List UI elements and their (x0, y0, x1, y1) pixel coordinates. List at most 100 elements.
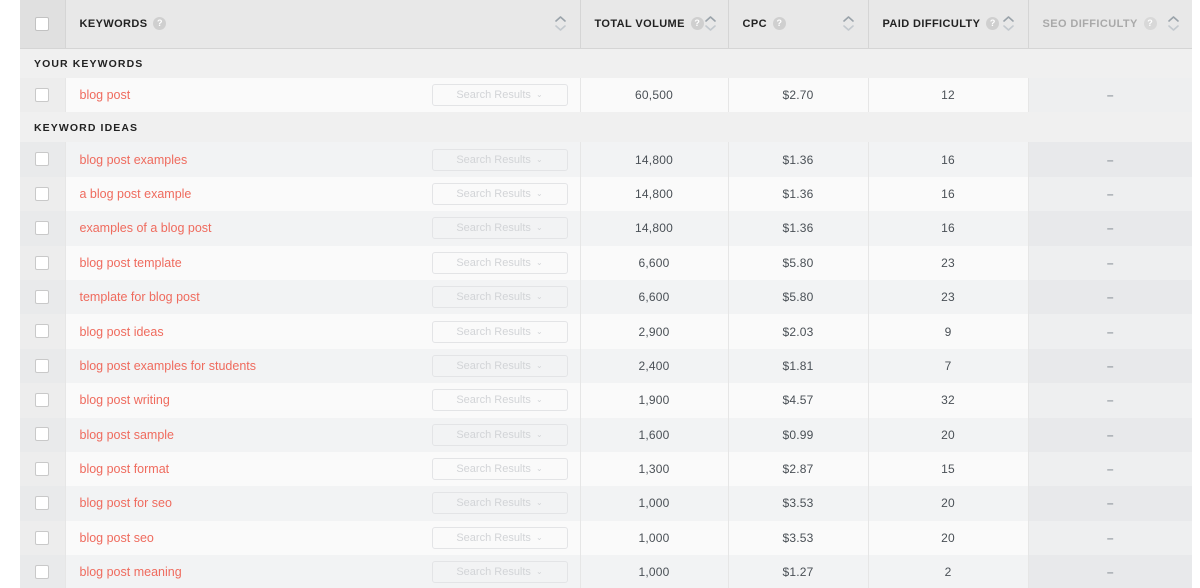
row-checkbox[interactable] (35, 427, 49, 441)
row-checkbox[interactable] (35, 221, 49, 235)
row-checkbox[interactable] (35, 462, 49, 476)
table-row[interactable]: blog post seoSearch Results⌄1,000$3.5320… (20, 521, 1192, 555)
row-checkbox[interactable] (35, 256, 49, 270)
search-results-button[interactable]: Search Results⌄ (432, 252, 568, 274)
table-row[interactable]: blog postSearch Results⌄60,500$2.7012– (20, 78, 1192, 112)
column-header-cpc[interactable]: CPC ? (728, 0, 868, 48)
total-volume-cell-value: 2,400 (581, 359, 728, 373)
help-icon[interactable]: ? (691, 17, 704, 30)
sort-toggle-cpc[interactable] (842, 16, 856, 31)
table-row[interactable]: blog post examples for students Search Re… (20, 349, 1192, 383)
row-checkbox[interactable] (35, 565, 49, 579)
column-header-keywords[interactable]: KEYWORDS ? (65, 0, 580, 48)
search-results-button[interactable]: Search Results⌄ (432, 149, 568, 171)
section-header-keyword-ideas: KEYWORD IDEAS (20, 112, 1192, 142)
search-results-button[interactable]: Search Results⌄ (432, 217, 568, 239)
help-icon[interactable]: ? (773, 17, 786, 30)
table-row[interactable]: blog post ideasSearch Results⌄2,900$2.03… (20, 314, 1192, 348)
keyword-link[interactable]: blog post writing (80, 393, 170, 407)
seo-difficulty-cell: – (1028, 177, 1192, 211)
row-checkbox[interactable] (35, 359, 49, 373)
sort-toggle-keywords[interactable] (554, 16, 568, 31)
paid-difficulty-cell: 7 (868, 349, 1028, 383)
table-row[interactable]: examples of a blog postSearch Results⌄14… (20, 211, 1192, 245)
search-results-button-label: Search Results (456, 291, 531, 303)
column-header-total-volume-label: TOTAL VOLUME (595, 18, 685, 30)
search-results-button[interactable]: Search Results⌄ (432, 321, 568, 343)
search-results-button-label: Search Results (456, 463, 531, 475)
table-row[interactable]: template for blog post Search Results⌄ 6,6… (20, 280, 1192, 314)
keyword-link[interactable]: blog post (80, 88, 131, 102)
keyword-link[interactable]: template for blog post (80, 290, 200, 304)
cpc-cell: $1.81 (728, 349, 868, 383)
search-results-button[interactable]: Search Results⌄ (432, 389, 568, 411)
column-header-seo-difficulty[interactable]: SEO DIFFICULTY ? (1028, 0, 1192, 48)
keyword-link[interactable]: examples of a blog post (80, 221, 212, 235)
row-checkbox[interactable] (35, 88, 49, 102)
search-results-button[interactable]: Search Results⌄ (432, 492, 568, 514)
keyword-link[interactable]: blog post examples for students (80, 359, 257, 373)
search-results-button[interactable]: Search Results⌄ (432, 183, 568, 205)
total-volume-cell-value: 6,600 (581, 290, 728, 304)
paid-difficulty-cell-value: 23 (869, 290, 1028, 304)
help-icon[interactable]: ? (1144, 17, 1157, 30)
table-row[interactable]: a blog post exampleSearch Results⌄14,800… (20, 177, 1192, 211)
row-checkbox[interactable] (35, 324, 49, 338)
table-row[interactable]: blog post examplesSearch Results⌄14,800$… (20, 142, 1192, 176)
search-results-button[interactable]: Search Results⌄ (432, 84, 568, 106)
search-results-button[interactable]: Search Results ⌄ (432, 458, 568, 480)
search-results-button-label: Search Results (456, 497, 531, 509)
keyword-link[interactable]: a blog post example (80, 187, 192, 201)
keyword-link[interactable]: blog post template (80, 256, 182, 270)
chevron-down-icon: ⌄ (536, 465, 543, 473)
keyword-link[interactable]: blog post meaning (80, 565, 182, 579)
search-results-button[interactable]: Search Results⌄ (432, 424, 568, 446)
row-select-cell (20, 383, 65, 417)
row-checkbox[interactable] (35, 290, 49, 304)
row-checkbox[interactable] (35, 393, 49, 407)
table-row[interactable]: blog post sampleSearch Results⌄1,600$0.9… (20, 418, 1192, 452)
column-header-total-volume[interactable]: TOTAL VOLUME ? (580, 0, 728, 48)
search-results-button-label: Search Results (456, 89, 531, 101)
cpc-cell: $1.36 (728, 211, 868, 245)
seo-difficulty-cell: – (1028, 521, 1192, 555)
help-icon[interactable]: ? (986, 17, 999, 30)
paid-difficulty-cell-value: 9 (869, 325, 1028, 339)
seo-difficulty-cell: – (1028, 280, 1192, 314)
paid-difficulty-cell: 12 (868, 78, 1028, 112)
search-results-button[interactable]: Search Results⌄ (432, 355, 568, 377)
seo-difficulty-value: – (1029, 531, 1193, 545)
table-row[interactable]: blog post formatSearch Results⌄1,300$2.8… (20, 452, 1192, 486)
table-row[interactable]: blog post writingSearch Results⌄1,900$4.… (20, 383, 1192, 417)
sort-toggle-paid-difficulty[interactable] (1002, 16, 1016, 31)
select-all-checkbox[interactable] (35, 17, 49, 31)
sort-toggle-seo-difficulty[interactable] (1166, 16, 1180, 31)
search-results-button[interactable]: Search Results⌄ (432, 286, 568, 308)
keyword-link[interactable]: blog post examples (80, 153, 188, 167)
table-row[interactable]: blog post for seoSearch Results⌄1,000$3.… (20, 486, 1192, 520)
row-checkbox[interactable] (35, 152, 49, 166)
keyword-link[interactable]: blog post for seo (80, 496, 172, 510)
keyword-link[interactable]: blog post sample (80, 428, 175, 442)
column-header-paid-difficulty[interactable]: PAID DIFFICULTY ? (868, 0, 1028, 48)
sort-toggle-total-volume[interactable] (704, 16, 718, 31)
table-row[interactable]: blog post meaningSearch Results⌄1,000$1.… (20, 555, 1192, 588)
row-checkbox[interactable] (35, 187, 49, 201)
paid-difficulty-cell: 16 (868, 177, 1028, 211)
help-icon[interactable]: ? (153, 17, 166, 30)
table-header: KEYWORDS ? TOTAL VOLUME ? (20, 0, 1192, 48)
paid-difficulty-cell: 20 (868, 521, 1028, 555)
keyword-link[interactable]: blog post seo (80, 531, 154, 545)
keyword-link[interactable]: blog post ideas (80, 325, 164, 339)
search-results-button-label: Search Results (456, 188, 531, 200)
table-row[interactable]: blog post templateSearch Results⌄6,600$5… (20, 246, 1192, 280)
keyword-link[interactable]: blog post format (80, 462, 170, 476)
search-results-button[interactable]: Search Results⌄ (432, 561, 568, 583)
row-select-cell (20, 349, 65, 383)
row-checkbox[interactable] (35, 496, 49, 510)
search-results-button[interactable]: Search Results⌄ (432, 527, 568, 549)
total-volume-cell: 2,400 (580, 349, 728, 383)
cpc-cell: $5.80 (728, 280, 868, 314)
chevron-down-icon: ⌄ (536, 534, 543, 542)
row-checkbox[interactable] (35, 531, 49, 545)
